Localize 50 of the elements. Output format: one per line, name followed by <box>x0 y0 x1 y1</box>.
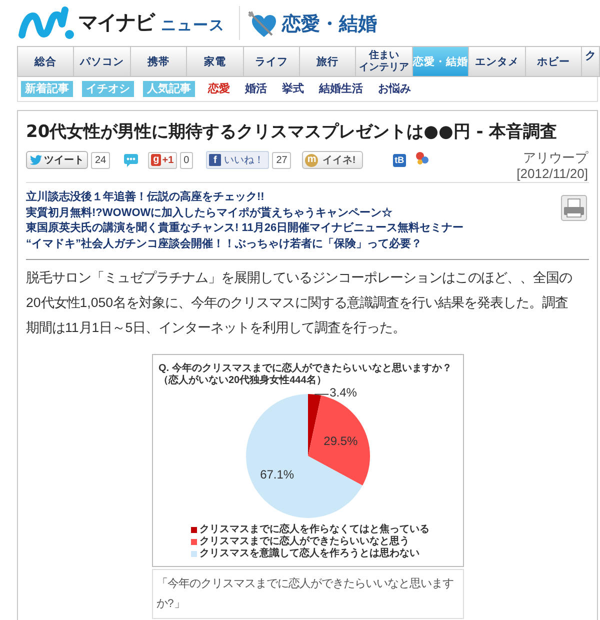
logo-subtext: ニュース <box>161 18 225 32</box>
legend-label: クリスマスを意識して恋人を作ろうとは思わない <box>200 548 420 560</box>
promo-link[interactable]: “イマドキ”社会人ガチンコ座談会開催！！ぶっちゃけ若者に「保険」って必要？ <box>26 236 464 252</box>
promo-link[interactable]: 東国原英夫氏の講演を聞く貴重なチャンス! 11月26日開催マイナビニュース無料セミナー <box>26 221 464 236</box>
nav-tab[interactable]: エンタメ <box>469 47 526 76</box>
chart-subtitle: （恋人がいない20代独身女性444名） <box>158 375 326 387</box>
value-label: 67.1% <box>260 467 294 482</box>
logo-icon <box>17 6 75 40</box>
nav-tab[interactable]: ク <box>582 47 600 76</box>
article-date: [2012/11/20] <box>516 166 588 182</box>
legend-label: クリスマスまでに恋人を作らなくてはと焦っている <box>200 524 430 535</box>
bird-icon <box>30 154 42 166</box>
chart-title: Q. 今年のクリスマスまでに恋人ができたらいいなと思いますか？ <box>158 363 452 374</box>
article-source: アリウープ <box>523 150 588 166</box>
nav-tab[interactable]: 携帯 <box>130 47 188 76</box>
leader-line <box>314 394 329 395</box>
subnav-link[interactable]: お悩み <box>378 80 411 98</box>
nav-tab[interactable]: ホビー <box>526 47 582 76</box>
tweet-button[interactable]: ツイート <box>26 151 88 169</box>
subnav-link[interactable]: 結婚生活 <box>319 80 363 98</box>
nav-tab[interactable]: 家電 <box>187 47 244 76</box>
subnav-link[interactable]: 挙式 <box>282 80 304 98</box>
plus-one-button[interactable]: g +1 <box>148 152 177 168</box>
colored-dots-icon[interactable] <box>415 151 430 165</box>
article-title: 20代女性が男性に期待するクリスマスプレゼントは●●円 - 本音調査 <box>26 121 558 144</box>
promo-link[interactable]: 実質初月無料!?WOWOWに加入したらマイポが貰えちゃうキャンペーン☆ <box>26 206 464 221</box>
nav-tab[interactable]: 住まい インテリア <box>356 47 413 76</box>
subnav-link[interactable]: 婚活 <box>245 80 267 98</box>
nav-tab[interactable]: ライフ <box>244 47 300 76</box>
share-count: 27 <box>272 152 292 168</box>
logo-text: マイナビ <box>78 13 154 33</box>
article-body: 脱毛サロン「ミュゼプラチナム」を展開しているジンコーポレーションはこのほど、、全国の20代女性1,050名を対象に、今年のクリスマスに関する意識調査を行い結果を発表した。調査期間は11月1日～5日、インターネットを利用して調査を行った。 <box>26 269 573 337</box>
nav-tab[interactable]: 旅行 <box>300 47 356 76</box>
bookmark-button[interactable]: tB <box>392 154 406 166</box>
share-count: 24 <box>91 152 110 168</box>
nav-tab[interactable]: 総合 <box>18 47 74 76</box>
chart-caption: 「今年のクリスマスまでに恋人ができたらいいなと思いますか?」 <box>152 569 464 619</box>
value-label: 29.5% <box>323 434 358 448</box>
legend-label: クリスマスまでに恋人ができたらいいなと思う <box>200 536 410 547</box>
like-button[interactable]: f いいね！ <box>206 151 270 169</box>
share-count: 0 <box>180 152 194 168</box>
printer-icon[interactable] <box>561 195 587 221</box>
section-title: 恋愛・結婚 <box>282 15 377 34</box>
mixi-like-button[interactable]: m イイネ! <box>302 151 363 169</box>
nav-tab[interactable]: パソコン <box>74 47 131 76</box>
value-label: 3.4% <box>329 387 356 400</box>
comment-icon[interactable] <box>124 154 138 166</box>
heart-arrow-icon <box>248 11 278 39</box>
subnav-link[interactable]: 恋愛 <box>208 80 230 98</box>
promo-link[interactable]: 立川談志没後１年追善！伝説の高座をチェック!! <box>26 190 464 206</box>
